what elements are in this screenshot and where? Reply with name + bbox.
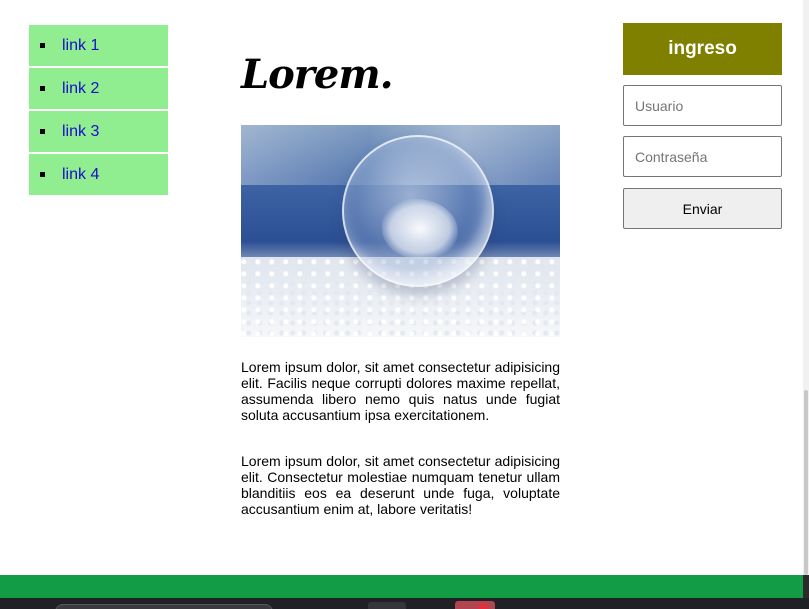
paragraph-1: Lorem ipsum dolor, sit amet consectetur …: [241, 359, 560, 423]
square-bullet-icon: [40, 43, 45, 48]
login-title: ingreso: [623, 23, 782, 75]
username-field[interactable]: [623, 85, 782, 126]
window-edge: [803, 575, 809, 598]
nav-link-4[interactable]: link 4: [62, 166, 99, 184]
login-panel: ingreso Enviar: [623, 23, 782, 229]
nav-item-link-4: link 4: [29, 154, 168, 195]
main-content: Lorem. Lorem ipsum dolor, sit amet conse…: [241, 50, 560, 517]
nav-link-2[interactable]: link 2: [62, 80, 99, 98]
password-field[interactable]: [623, 136, 782, 177]
taskbar-app-icon[interactable]: [455, 601, 495, 609]
nav-link-3[interactable]: link 3: [62, 123, 99, 141]
nav-item-link-1: link 1: [29, 25, 168, 66]
page-footer: [0, 575, 803, 598]
nav-item-link-3: link 3: [29, 111, 168, 152]
scrollbar-thumb[interactable]: [804, 390, 808, 575]
square-bullet-icon: [40, 129, 45, 134]
notification-dot-icon: [478, 603, 488, 609]
nav-item-link-2: link 2: [29, 68, 168, 109]
paragraph-2: Lorem ipsum dolor, sit amet consectetur …: [241, 453, 560, 517]
page-title: Lorem.: [241, 51, 394, 98]
nav-link-1[interactable]: link 1: [62, 37, 99, 55]
square-bullet-icon: [40, 86, 45, 91]
taskbar-search-box[interactable]: [55, 604, 273, 609]
submit-button[interactable]: Enviar: [623, 188, 782, 229]
frozen-bubble: [342, 135, 494, 287]
sidebar-nav: link 1 link 2 link 3 link 4: [29, 25, 168, 197]
square-bullet-icon: [40, 172, 45, 177]
taskbar-app-icon[interactable]: [368, 602, 406, 609]
bubble-frost: [382, 199, 458, 259]
hero-image-frozen-bubble: [241, 125, 560, 337]
page: link 1 link 2 link 3 link 4 Lorem. Lorem…: [0, 0, 803, 575]
